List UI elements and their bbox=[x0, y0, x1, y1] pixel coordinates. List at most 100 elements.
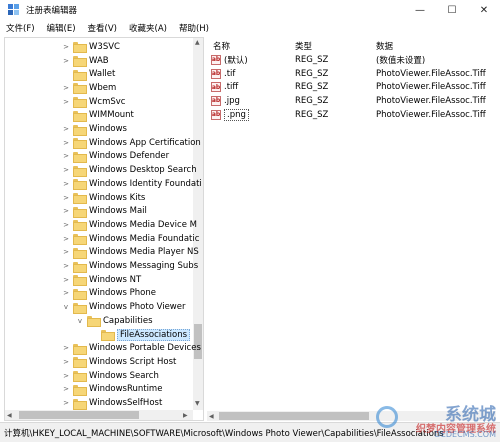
chevron-right-icon[interactable]: > bbox=[62, 358, 70, 366]
chevron-right-icon[interactable]: > bbox=[62, 57, 70, 65]
chevron-right-icon[interactable]: > bbox=[62, 125, 70, 133]
tree-node[interactable]: > Windows Desktop Search bbox=[62, 163, 197, 177]
tree-node[interactable]: > Windows bbox=[62, 122, 127, 136]
tree-node[interactable]: > Windows Media Device M bbox=[62, 218, 197, 232]
tree-node-label: Windows Messaging Subs bbox=[89, 261, 199, 272]
tree-node[interactable]: Wallet bbox=[62, 67, 115, 81]
value-name: .jpg bbox=[224, 95, 240, 106]
scroll-down-icon[interactable]: ▼ bbox=[195, 400, 200, 407]
value-row[interactable]: ab .jpg REG_SZ PhotoViewer.FileAssoc.Tiff bbox=[207, 94, 496, 108]
tree-node-label: Windows App Certification bbox=[89, 137, 201, 148]
chevron-right-icon[interactable]: > bbox=[62, 248, 70, 256]
chevron-down-icon[interactable]: v bbox=[76, 317, 84, 325]
chevron-right-icon[interactable]: > bbox=[62, 344, 70, 352]
tree-node[interactable]: > WAB bbox=[62, 54, 109, 68]
chevron-right-icon[interactable]: > bbox=[62, 43, 70, 51]
folder-icon bbox=[73, 261, 87, 273]
string-value-icon: ab bbox=[211, 68, 221, 79]
window-controls: — ☐ ✕ bbox=[404, 0, 500, 20]
value-row[interactable]: ab .tiff REG_SZ PhotoViewer.FileAssoc.Tiff bbox=[207, 80, 496, 94]
value-row[interactable]: ab .tif REG_SZ PhotoViewer.FileAssoc.Tiff bbox=[207, 67, 496, 81]
value-data: (数值未设置) bbox=[376, 55, 426, 66]
chevron-right-icon[interactable]: > bbox=[62, 98, 70, 106]
chevron-right-icon[interactable]: > bbox=[62, 372, 70, 380]
tree-node[interactable]: WIMMount bbox=[62, 109, 134, 123]
chevron-right-icon[interactable]: > bbox=[62, 207, 70, 215]
tree-node-label: WAB bbox=[89, 55, 109, 66]
chevron-right-icon[interactable]: > bbox=[62, 399, 70, 407]
tree-node[interactable]: v Capabilities bbox=[76, 314, 153, 328]
menu-favorites[interactable]: 收藏夹(A) bbox=[123, 22, 173, 34]
close-button[interactable]: ✕ bbox=[468, 0, 500, 20]
tree-node[interactable]: > Wbem bbox=[62, 81, 116, 95]
tree-horizontal-scrollbar[interactable]: ◀ ▶ bbox=[5, 410, 193, 420]
tree-node[interactable]: > Windows Search bbox=[62, 369, 159, 383]
tree-node[interactable]: > Windows Defender bbox=[62, 150, 169, 164]
menu-help[interactable]: 帮助(H) bbox=[173, 22, 215, 34]
tree-node[interactable]: > Windows Kits bbox=[62, 191, 145, 205]
tree-node[interactable]: > W3SVC bbox=[62, 40, 120, 54]
value-data: PhotoViewer.FileAssoc.Tiff bbox=[376, 109, 486, 120]
folder-icon bbox=[73, 165, 87, 177]
tree-node-label: Windows Kits bbox=[89, 192, 146, 203]
values-horizontal-scroll-thumb[interactable] bbox=[219, 412, 369, 420]
chevron-right-icon[interactable]: > bbox=[62, 235, 70, 243]
scroll-left-icon[interactable]: ◀ bbox=[209, 413, 214, 420]
tree-node[interactable]: > WindowsRuntime bbox=[62, 383, 162, 397]
tree-node[interactable]: v Windows Photo Viewer bbox=[62, 300, 186, 314]
folder-icon bbox=[73, 357, 87, 369]
tree-node[interactable]: > WindowsSelfHost bbox=[62, 396, 162, 410]
registry-values-list[interactable]: 名称 类型 数据 ◀ ab (默认) REG_SZ (数值未设置) ab .tif REG_… bbox=[207, 37, 496, 421]
string-value-icon: ab bbox=[211, 109, 221, 120]
menu-edit[interactable]: 编辑(E) bbox=[41, 22, 82, 34]
tree-node[interactable]: > Windows Mail bbox=[62, 204, 147, 218]
folder-icon bbox=[73, 193, 87, 205]
chevron-right-icon[interactable]: > bbox=[62, 262, 70, 270]
tree-node[interactable]: > Windows Phone bbox=[62, 287, 156, 301]
chevron-right-icon[interactable]: > bbox=[62, 194, 70, 202]
column-header-name[interactable]: 名称 bbox=[213, 40, 230, 52]
chevron-right-icon[interactable]: > bbox=[62, 385, 70, 393]
tree-node[interactable]: > Windows Identity Foundati bbox=[62, 177, 202, 191]
chevron-right-icon[interactable]: > bbox=[62, 289, 70, 297]
chevron-right-icon[interactable]: > bbox=[62, 221, 70, 229]
chevron-right-icon[interactable]: > bbox=[62, 166, 70, 174]
window-title: 注册表编辑器 bbox=[26, 6, 78, 16]
scroll-right-icon[interactable]: ▶ bbox=[183, 412, 188, 419]
folder-icon bbox=[73, 42, 87, 54]
column-header-type[interactable]: 类型 bbox=[295, 40, 312, 52]
column-header-data[interactable]: 数据 bbox=[376, 40, 393, 52]
tree-node[interactable]: > Windows App Certification bbox=[62, 136, 201, 150]
value-row[interactable]: ab (默认) REG_SZ (数值未设置) bbox=[207, 53, 496, 67]
tree-node[interactable]: > Windows Media Foundatic bbox=[62, 232, 199, 246]
value-row[interactable]: ab .png REG_SZ PhotoViewer.FileAssoc.Tiff bbox=[207, 108, 496, 122]
value-name: .tiff bbox=[224, 82, 239, 93]
string-value-icon: ab bbox=[211, 54, 221, 65]
tree-node-label: Wallet bbox=[89, 69, 116, 80]
scroll-up-icon[interactable]: ▲ bbox=[195, 39, 200, 46]
minimize-button[interactable]: — bbox=[404, 0, 436, 20]
scroll-left-icon[interactable]: ◀ bbox=[7, 412, 12, 419]
tree-node[interactable]: > WcmSvc bbox=[62, 95, 125, 109]
menu-file[interactable]: 文件(F) bbox=[0, 22, 41, 34]
maximize-button[interactable]: ☐ bbox=[436, 0, 468, 20]
tree-node[interactable]: > Windows Portable Devices bbox=[62, 341, 201, 355]
tree-node[interactable]: > Windows Media Player NS bbox=[62, 246, 199, 260]
chevron-right-icon[interactable]: > bbox=[62, 84, 70, 92]
tree-node[interactable]: FileAssociations bbox=[90, 328, 191, 342]
tree-node-label: Windows Defender bbox=[89, 151, 170, 162]
chevron-right-icon[interactable]: > bbox=[62, 276, 70, 284]
chevron-right-icon[interactable]: > bbox=[62, 139, 70, 147]
chevron-right-icon[interactable]: > bbox=[62, 152, 70, 160]
tree-node-label: Windows Phone bbox=[89, 288, 156, 299]
tree-node[interactable]: > Windows Messaging Subs bbox=[62, 259, 198, 273]
tree-horizontal-scroll-thumb[interactable] bbox=[19, 411, 139, 419]
registry-key-tree[interactable]: ▲ ▼ ◀ ▶ > W3SVC > WAB Wallet > Wbem > WcmSvc WIMM… bbox=[4, 37, 204, 421]
chevron-down-icon[interactable]: v bbox=[62, 303, 70, 311]
tree-node[interactable]: > Windows NT bbox=[62, 273, 141, 287]
chevron-right-icon[interactable]: > bbox=[62, 180, 70, 188]
folder-icon bbox=[73, 179, 87, 191]
tree-node[interactable]: > Windows Script Host bbox=[62, 355, 176, 369]
menu-view[interactable]: 查看(V) bbox=[82, 22, 123, 34]
folder-icon bbox=[101, 330, 115, 342]
